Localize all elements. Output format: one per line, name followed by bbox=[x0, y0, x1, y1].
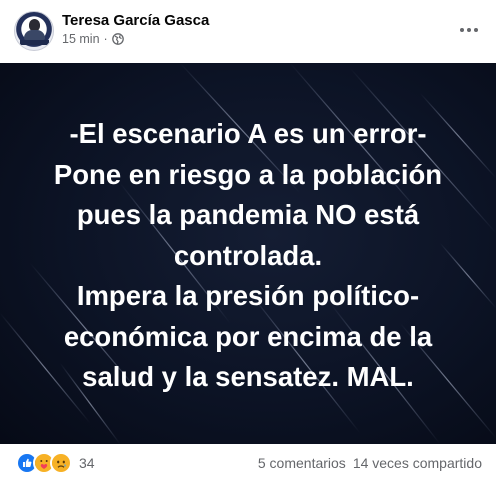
sad-icon bbox=[50, 452, 72, 474]
reaction-count[interactable]: 34 bbox=[79, 455, 95, 471]
quote-line: -El escenario A es un error- bbox=[69, 118, 427, 149]
avatar-band bbox=[20, 40, 49, 45]
post-footer: 34 5 comentarios 14 veces compartido bbox=[0, 444, 496, 478]
reactions-summary[interactable]: 34 bbox=[16, 452, 95, 474]
quote-line: Impera la presión político- bbox=[76, 280, 420, 311]
quote-text: -El escenario A es un error- Pone en rie… bbox=[18, 114, 478, 398]
quote-line: salud y la sensatez. MAL. bbox=[82, 361, 414, 392]
more-options-button[interactable] bbox=[454, 16, 484, 44]
post-meta: 15 min · bbox=[62, 32, 124, 46]
more-dot bbox=[474, 28, 478, 32]
post-header: Teresa García Gasca 15 min · bbox=[0, 0, 496, 62]
facebook-post: Teresa García Gasca 15 min · -El escenar… bbox=[0, 0, 496, 478]
shares-link[interactable]: 14 veces compartido bbox=[353, 455, 482, 471]
globe-icon[interactable] bbox=[111, 33, 124, 45]
meta-separator: · bbox=[103, 32, 108, 46]
author-avatar[interactable] bbox=[14, 11, 54, 51]
quote-line: pues la pandemia NO está bbox=[76, 199, 420, 230]
avatar-body bbox=[24, 30, 45, 40]
more-dot bbox=[460, 28, 464, 32]
post-image[interactable]: -El escenario A es un error- Pone en rie… bbox=[0, 63, 496, 444]
comments-link[interactable]: 5 comentarios bbox=[258, 455, 346, 471]
quote-line: económica por encima de la bbox=[63, 320, 433, 352]
author-name[interactable]: Teresa García Gasca bbox=[62, 12, 209, 29]
engagement-stats: 5 comentarios 14 veces compartido bbox=[258, 455, 482, 471]
quote-line: Pone en riesgo a la población bbox=[53, 158, 443, 190]
post-timestamp[interactable]: 15 min bbox=[62, 32, 100, 46]
quote-line: controlada. bbox=[173, 239, 323, 271]
more-dot bbox=[467, 28, 471, 32]
